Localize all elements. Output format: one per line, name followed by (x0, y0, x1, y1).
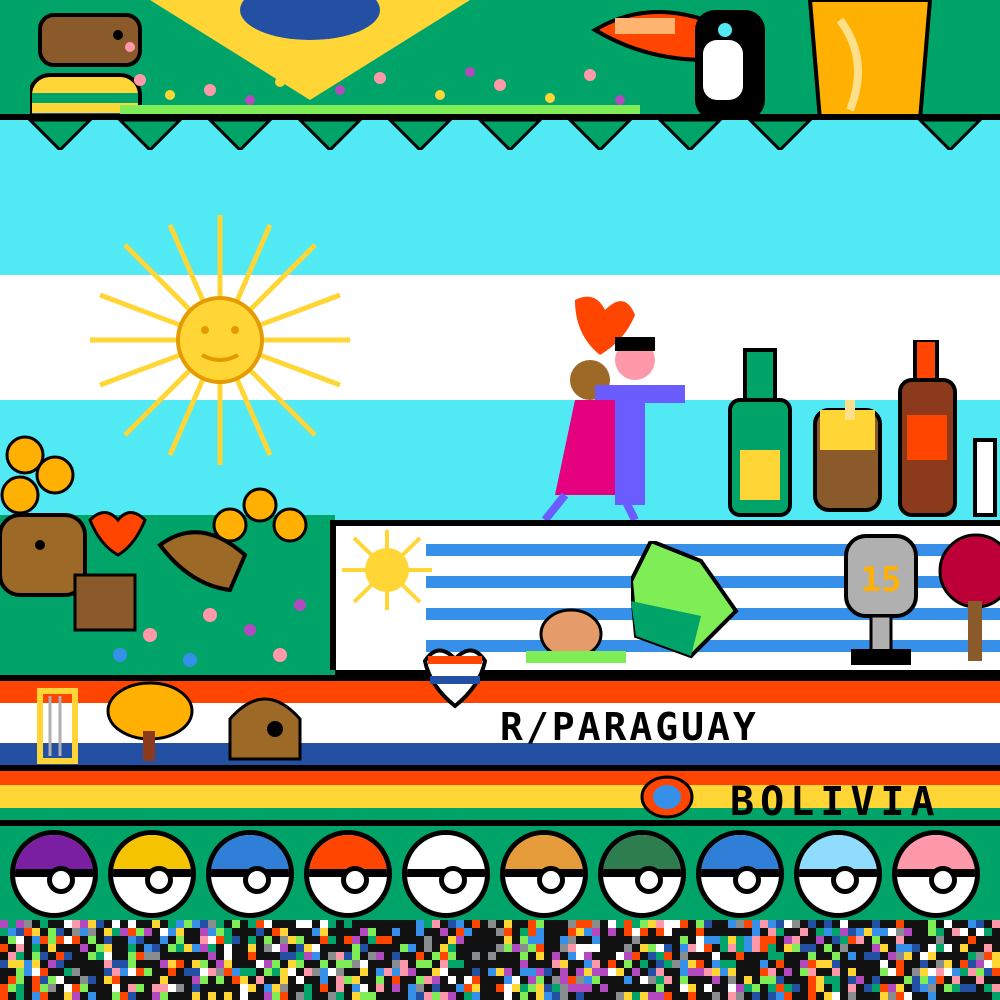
pixel-canvas: 15 R/PARAGUAY BOLIVIA (0, 0, 1000, 1000)
crystal-ball-icon (794, 830, 882, 918)
love-ball-icon (892, 830, 980, 918)
tree-icon (938, 533, 1000, 661)
argentina-drinks (728, 340, 997, 517)
mate-cup-icon (813, 400, 882, 512)
poke-ball-icon (304, 830, 392, 918)
bolivia-shield-icon (640, 775, 694, 819)
trophy-15-icon: 15 (844, 534, 918, 665)
tango-dancers-icon (541, 296, 685, 523)
trophy-number: 15 (861, 560, 902, 600)
harp-icon (37, 688, 78, 764)
bolivia-region: BOLIVIA (0, 765, 1000, 825)
left-garden (0, 435, 335, 675)
bunting-triangles (0, 114, 1000, 150)
heart-flag-icon (422, 648, 488, 709)
dusk-ball-icon (500, 830, 588, 918)
wine-bottle-icon (728, 348, 792, 517)
tree-icon (106, 681, 194, 761)
sun-of-may-icon (342, 530, 432, 610)
ultra-ball-icon (108, 830, 196, 918)
fernet-bottle-icon (898, 340, 997, 517)
nest-ball-icon (598, 830, 686, 918)
hut-icon (228, 697, 302, 761)
dive-ball-icon (696, 830, 784, 918)
brazil-bunting (0, 114, 1000, 160)
bolivia-label: BOLIVIA (730, 779, 941, 825)
green-gem-icon (631, 541, 739, 659)
paraguay-region: R/PARAGUAY (0, 648, 1000, 765)
paraguay-label: R/PARAGUAY (500, 705, 759, 749)
pokeball-row (0, 820, 1000, 920)
capybara-icon (0, 513, 87, 597)
snail-icon (526, 608, 626, 663)
noise-strip (0, 920, 1000, 1000)
great-ball-icon (206, 830, 294, 918)
master-ball-icon (10, 830, 98, 918)
premier-ball-icon (402, 830, 490, 918)
